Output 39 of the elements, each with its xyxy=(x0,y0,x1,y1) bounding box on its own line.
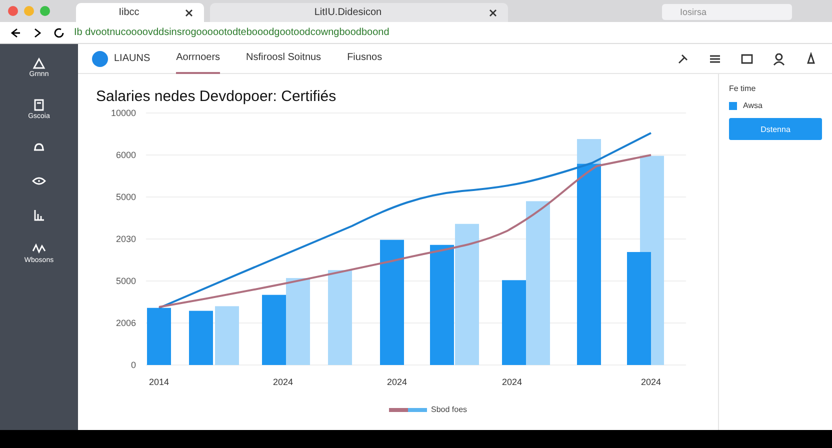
mountain-icon[interactable] xyxy=(32,56,46,70)
document-icon[interactable] xyxy=(32,98,46,112)
wave-icon[interactable] xyxy=(32,242,46,256)
axis-label: 10000 xyxy=(110,108,136,118)
bar xyxy=(189,310,213,365)
reload-icon[interactable] xyxy=(52,26,66,40)
axis-label: 2024 xyxy=(502,377,522,387)
axis-label: 2024 xyxy=(386,377,408,387)
axis-label: 2024 xyxy=(272,377,294,387)
axis-label: 6000 xyxy=(116,150,136,160)
legend-label: Sbod foes xyxy=(430,405,468,414)
address-field[interactable]: Ib dvootnucoooovddsinsrogoooootodtebooodgootoodcowngboodboond xyxy=(74,27,390,38)
nav-tab[interactable]: Nsfiroosl Soitnus xyxy=(246,44,322,74)
panel-heading: Fe time xyxy=(729,84,757,93)
browser-tab[interactable]: Iibcc xyxy=(76,3,204,22)
back-icon[interactable] xyxy=(8,26,22,40)
axis-label: 2030 xyxy=(116,234,136,244)
minimize-dot[interactable] xyxy=(24,6,34,16)
axis-label: 5000 xyxy=(116,276,136,286)
checkbox-label: Awsa xyxy=(743,101,762,110)
logo-icon xyxy=(92,50,108,66)
close-dot[interactable] xyxy=(8,6,18,16)
avatar-icon[interactable] xyxy=(772,52,786,66)
axis-label: 2014 xyxy=(148,377,170,387)
bar xyxy=(262,294,286,365)
nav-tab[interactable]: Fiusnos xyxy=(347,44,382,74)
zoom-dot[interactable] xyxy=(40,6,50,16)
browser-tab[interactable]: LitIU.Didesicon xyxy=(210,3,508,22)
checkbox[interactable] xyxy=(729,102,737,110)
bar xyxy=(215,306,239,365)
brand-name: LIAUNS xyxy=(114,53,150,64)
axis-label: 5000 xyxy=(116,192,136,202)
axis-label: 2006 xyxy=(116,318,136,328)
legend-swatch xyxy=(388,408,427,412)
bar-chart-icon[interactable] xyxy=(32,208,46,222)
axis-label: 2024 xyxy=(640,377,662,387)
bar xyxy=(147,308,171,365)
axis-label: 0 xyxy=(130,360,136,370)
chart-title: Salaries nedes Devdopoer: Certifiés xyxy=(96,88,338,105)
